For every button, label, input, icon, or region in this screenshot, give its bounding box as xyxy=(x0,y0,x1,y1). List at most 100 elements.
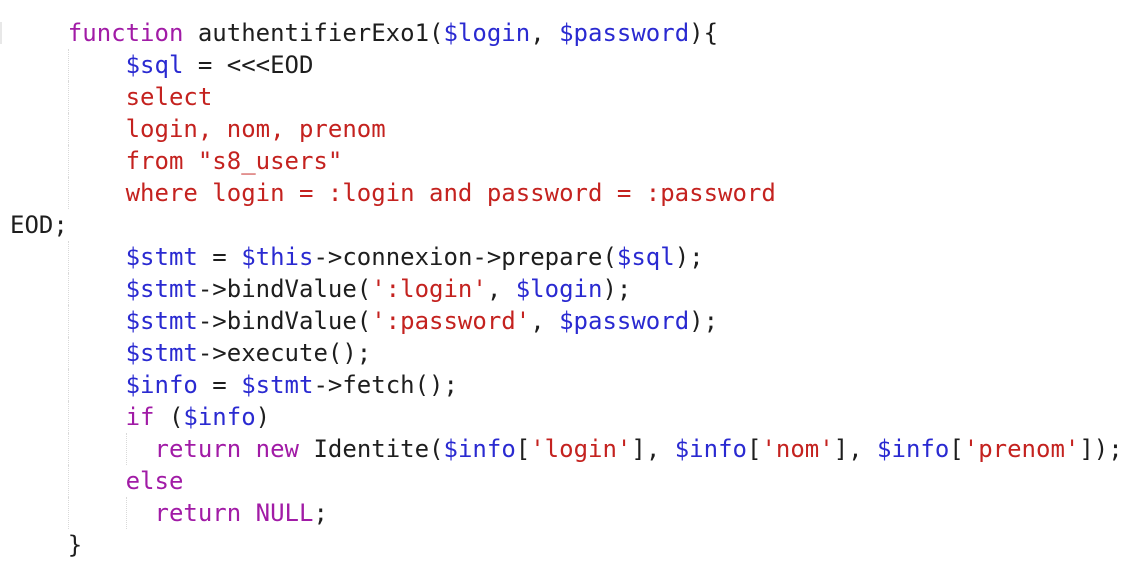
code-token: ':password' xyxy=(371,307,531,335)
code-token: = xyxy=(197,243,242,271)
code-token: EOD; xyxy=(10,211,68,239)
indent-guide xyxy=(68,273,69,305)
code-line[interactable]: if ($info) xyxy=(10,401,1123,433)
code-token: ]); xyxy=(1079,435,1123,463)
code-token: $info xyxy=(877,435,950,463)
code-token: ( xyxy=(154,403,184,431)
indent-guide xyxy=(126,433,127,465)
code-token: , xyxy=(486,275,516,303)
code-token: $info xyxy=(125,371,198,399)
code-token: function xyxy=(67,19,184,47)
code-token: ); xyxy=(689,307,719,335)
code-editor[interactable]: function authentifierExo1( $login, $passw… xyxy=(0,0,1132,564)
code-token: return xyxy=(154,435,242,463)
code-line[interactable]: return new Identite($info['login'], $inf… xyxy=(10,433,1123,465)
code-token: ); xyxy=(602,275,632,303)
code-token: login, nom, prenom xyxy=(125,115,386,143)
code-token: ); xyxy=(674,243,704,271)
code-token: ){ xyxy=(689,19,719,47)
code-line[interactable]: where login = :login and password = :pas… xyxy=(10,177,1123,209)
code-line[interactable]: login, nom, prenom xyxy=(10,113,1123,145)
code-line[interactable]: $info = $stmt->fetch(); xyxy=(10,369,1123,401)
code-token: ; xyxy=(313,499,328,527)
code-line[interactable]: EOD; xyxy=(10,209,1123,241)
code-token: $info xyxy=(183,403,256,431)
code-line[interactable]: else xyxy=(10,465,1123,497)
gutter-marker xyxy=(0,22,2,44)
code-token: $password xyxy=(559,19,690,47)
code-token: = <<<EOD xyxy=(183,51,314,79)
indent-guide xyxy=(68,177,69,209)
code-token: 'login' xyxy=(530,435,632,463)
code-line[interactable]: $stmt = $this->connexion->prepare($sql); xyxy=(10,241,1123,273)
code-token: new xyxy=(255,435,300,463)
indent-guide xyxy=(68,401,69,433)
code-token: ->bindValue( xyxy=(197,307,372,335)
code-token: $stmt xyxy=(125,307,198,335)
code-token: = xyxy=(197,371,242,399)
code-token: , xyxy=(530,19,560,47)
code-token: ':login' xyxy=(371,275,487,303)
code-line[interactable]: $stmt->bindValue(':login', $login); xyxy=(10,273,1123,305)
indent-guide xyxy=(68,465,69,497)
code-token: ], xyxy=(833,435,878,463)
code-token: ) xyxy=(255,403,271,431)
indent-guide xyxy=(68,433,69,465)
code-token: [ xyxy=(949,435,964,463)
code-line[interactable]: $sql = <<<EOD xyxy=(10,49,1123,81)
code-token: [ xyxy=(515,435,531,463)
code-token: , xyxy=(530,307,560,335)
code-token: authentifierExo1( xyxy=(183,19,444,47)
code-token: $stmt xyxy=(125,243,198,271)
code-token: $stmt xyxy=(241,371,314,399)
indent-guide xyxy=(68,113,69,145)
code-token: 'nom' xyxy=(761,435,834,463)
indent-guide xyxy=(68,305,69,337)
code-line[interactable]: function authentifierExo1($login, $passw… xyxy=(10,17,1123,49)
code-token: $stmt xyxy=(125,339,198,367)
code-token: [ xyxy=(746,435,762,463)
code-token: ->connexion->prepare( xyxy=(313,243,617,271)
code-token: ->execute(); xyxy=(197,339,372,367)
code-token: $sql xyxy=(616,243,675,271)
code-line[interactable]: from "s8_users" xyxy=(10,145,1123,177)
code-token: $info xyxy=(674,435,747,463)
code-token: if xyxy=(125,403,155,431)
indent-guide xyxy=(68,81,69,113)
indent-guide xyxy=(68,241,69,273)
code-token: from "s8_users" xyxy=(125,147,343,175)
indent-guide xyxy=(68,49,69,81)
code-line[interactable]: $stmt->bindValue(':password', $password)… xyxy=(10,305,1123,337)
code-block[interactable]: function authentifierExo1( $login, $passw… xyxy=(10,17,1123,561)
indent-guide xyxy=(68,369,69,401)
indent-guide xyxy=(68,145,69,177)
code-token: 'prenom' xyxy=(963,435,1080,463)
code-token: Identite( xyxy=(299,435,444,463)
code-token: else xyxy=(125,467,184,495)
code-token: $sql xyxy=(125,51,184,79)
code-token: $password xyxy=(559,307,690,335)
code-token: return xyxy=(154,499,242,527)
code-token: ->bindValue( xyxy=(197,275,372,303)
code-token: } xyxy=(67,531,83,559)
code-token: ], xyxy=(631,435,675,463)
code-token: ->fetch(); xyxy=(313,371,458,399)
code-token: $stmt xyxy=(125,275,198,303)
code-token: $this xyxy=(241,243,314,271)
indent-guide xyxy=(126,497,127,529)
code-line[interactable]: } xyxy=(10,529,1123,561)
code-token: $login xyxy=(515,275,603,303)
indent-guide xyxy=(68,337,69,369)
code-token: select xyxy=(125,83,213,111)
code-token: NULL xyxy=(255,499,314,527)
code-line[interactable]: select xyxy=(10,81,1123,113)
code-line[interactable]: return NULL; xyxy=(10,497,1123,529)
code-token: where login = :login and password = :pas… xyxy=(125,179,776,207)
code-line[interactable]: $stmt->execute(); xyxy=(10,337,1123,369)
